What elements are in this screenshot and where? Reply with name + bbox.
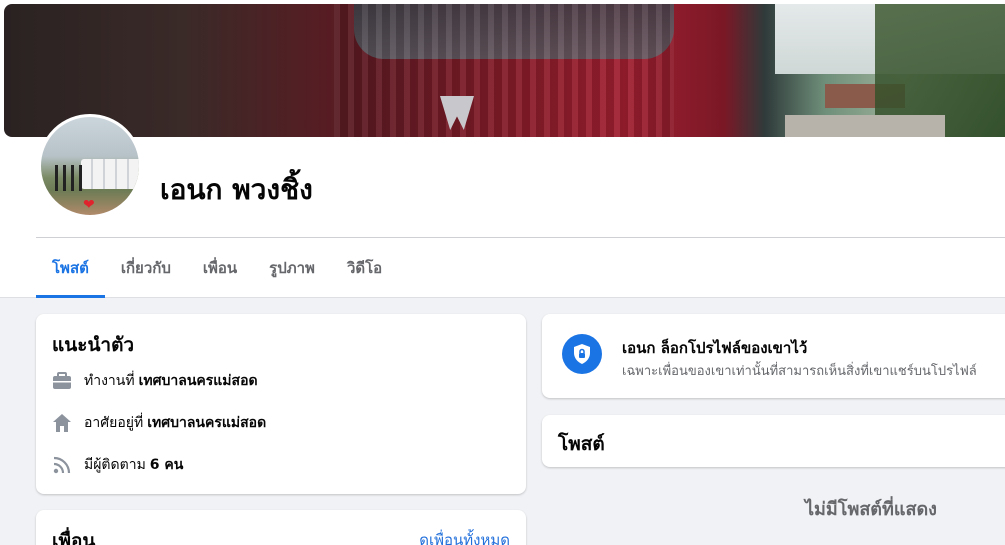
locked-profile-title: เอนก ล็อกโปรไฟล์ของเขาไว้ [622, 339, 808, 357]
intro-followers-value[interactable]: 6 คน [150, 454, 184, 476]
cover-photo[interactable] [4, 4, 1005, 137]
tab-friends[interactable]: เพื่อน [187, 240, 253, 298]
friends-title: เพื่อน [52, 530, 96, 545]
intro-followers-row: มีผู้ติดตาม 6 คน [52, 454, 183, 476]
locked-profile-card: เอนก ล็อกโปรไฟล์ของเขาไว้ เฉพาะเพื่อนของ… [542, 314, 1005, 398]
intro-work-row: ทำงานที่ เทศบาลนครแม่สอด [52, 370, 258, 392]
intro-home-value[interactable]: เทศบาลนครแม่สอด [147, 412, 266, 434]
tab-videos[interactable]: วิดีโอ [331, 240, 398, 298]
cover-road [785, 115, 945, 137]
intro-home-prefix: อาศัยอยู่ที่ [84, 415, 144, 431]
intro-work-value[interactable]: เทศบาลนครแม่สอด [139, 370, 258, 392]
heart-icon: ❤ [83, 197, 95, 213]
see-all-friends-link[interactable]: ดูเพื่อนทั้งหมด [419, 528, 510, 545]
tab-photos[interactable]: รูปภาพ [253, 240, 331, 298]
avatar-people [55, 165, 83, 191]
profile-tabs: โพสต์ เกี่ยวกับ เพื่อน รูปภาพ วิดีโอ [36, 240, 398, 298]
tab-posts[interactable]: โพสต์ [36, 240, 105, 298]
home-icon [52, 413, 72, 433]
intro-title: แนะนำตัว [52, 334, 135, 356]
intro-work-prefix: ทำงานที่ [84, 373, 135, 389]
header-divider [36, 237, 1005, 238]
posts-title: โพสต์ [558, 433, 605, 455]
cover-truck-grille [334, 4, 674, 137]
shield-lock-icon [562, 334, 602, 374]
locked-profile-subtitle: เฉพาะเพื่อนของเขาเท่านั้นที่สามารถเห็นสิ… [622, 364, 977, 379]
profile-name: เอนก พวงชิ้ง [160, 173, 313, 206]
posts-card: โพสต์ [542, 415, 1005, 467]
profile-avatar[interactable]: ❤ [38, 114, 142, 218]
briefcase-icon [52, 371, 72, 391]
friends-card: เพื่อน ดูเพื่อนทั้งหมด [36, 510, 526, 545]
intro-card: แนะนำตัว ทำงานที่ เทศบาลนครแม่สอด อาศัยอ… [36, 314, 526, 494]
intro-home-row: อาศัยอยู่ที่ เทศบาลนครแม่สอด [52, 412, 266, 434]
rss-feed-icon [52, 455, 72, 475]
avatar-vans [81, 159, 139, 189]
intro-followers-prefix: มีผู้ติดตาม [84, 457, 146, 473]
tab-about[interactable]: เกี่ยวกับ [105, 240, 187, 298]
no-posts-message: ไม่มีโพสต์ที่แสดง [805, 499, 937, 520]
